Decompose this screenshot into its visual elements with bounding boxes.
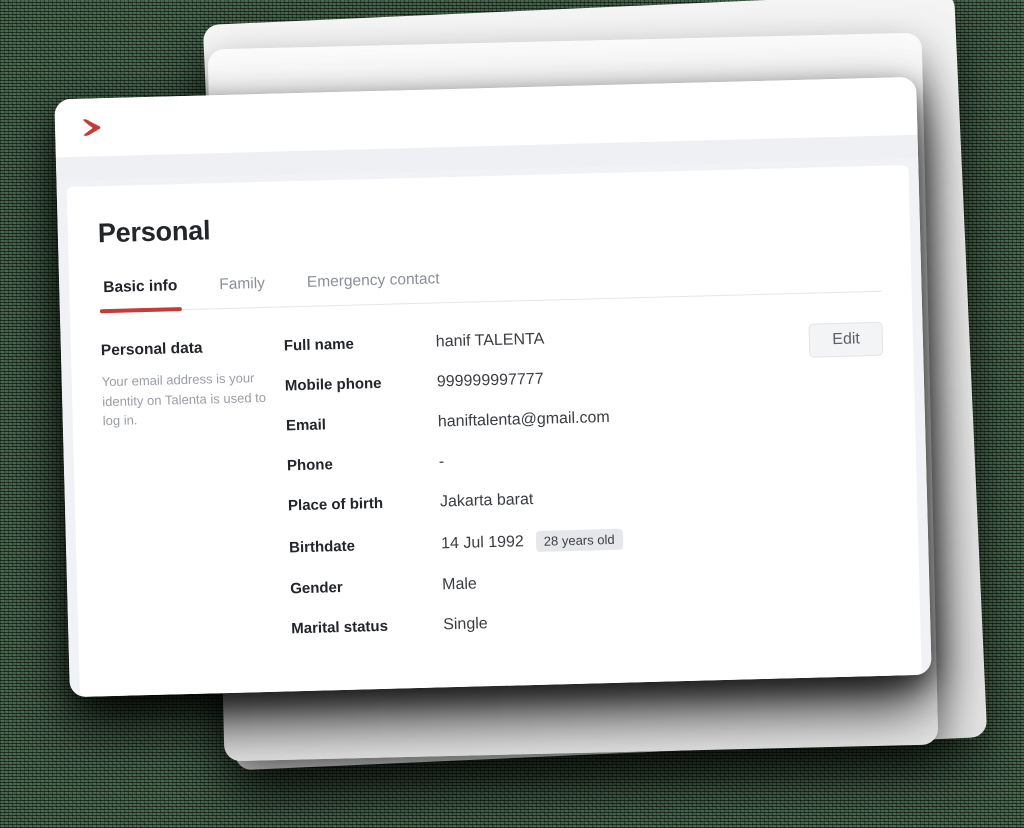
field-label-birthdate: Birthdate bbox=[288, 537, 356, 556]
field-value-full-name: hanif TALENTA bbox=[436, 331, 545, 352]
field-text: 14 Jul 1992 bbox=[440, 532, 525, 552]
field-value-phone: - bbox=[439, 453, 445, 471]
field-row: Marital status Single bbox=[291, 607, 799, 638]
field-row: Birthdate 14 Jul 1992 28 years old bbox=[289, 524, 797, 558]
tab-bar: Basic info Family Emergency contact bbox=[99, 258, 882, 313]
field-text: haniftalenta@gmail.com bbox=[437, 408, 610, 431]
field-text: 999999997777 bbox=[436, 370, 544, 391]
field-row: Place of birth Jakarta barat bbox=[288, 484, 796, 515]
field-value-gender: Male bbox=[442, 575, 477, 594]
field-label-full-name: Full name bbox=[283, 335, 355, 355]
field-row: Full name hanif TALENTA bbox=[284, 324, 792, 355]
field-label-gender: Gender bbox=[289, 579, 343, 598]
content-card: Personal Basic info Family Emergency con… bbox=[66, 165, 922, 697]
content-surface: Personal Basic info Family Emergency con… bbox=[56, 158, 932, 698]
tab-basic-info[interactable]: Basic info bbox=[99, 277, 182, 311]
tab-family[interactable]: Family bbox=[215, 275, 269, 308]
field-row: Mobile phone 999999997777 bbox=[285, 364, 793, 395]
field-text: hanif TALENTA bbox=[435, 330, 545, 351]
field-row: Gender Male bbox=[290, 567, 798, 598]
field-label-marital-status: Marital status bbox=[291, 617, 389, 638]
field-value-birthdate: 14 Jul 1992 28 years old bbox=[440, 528, 623, 555]
field-text: Single bbox=[442, 615, 488, 634]
field-value-marital-status: Single bbox=[443, 615, 488, 634]
field-value-email: haniftalenta@gmail.com bbox=[438, 409, 610, 431]
field-label-phone: Phone bbox=[286, 456, 334, 475]
section-heading: Personal data bbox=[100, 339, 203, 360]
edit-action-area: Edit bbox=[791, 321, 891, 647]
field-label-place-of-birth: Place of birth bbox=[287, 494, 384, 515]
tab-emergency-contact[interactable]: Emergency contact bbox=[303, 270, 444, 306]
field-row: Email haniftalenta@gmail.com bbox=[286, 404, 794, 435]
page-title: Personal bbox=[97, 215, 211, 249]
section-info-column: Personal data Your email address is your… bbox=[101, 337, 292, 665]
personal-data-fields: Full name hanif TALENTA Mobile phone 999… bbox=[284, 324, 800, 660]
field-text: Male bbox=[441, 575, 478, 594]
field-value-place-of-birth: Jakarta barat bbox=[440, 491, 534, 511]
talenta-chevron-logo-icon[interactable] bbox=[77, 112, 108, 143]
field-label-mobile-phone: Mobile phone bbox=[284, 374, 382, 395]
field-label-email: Email bbox=[285, 416, 327, 435]
field-value-mobile-phone: 999999997777 bbox=[437, 371, 544, 392]
card-stack: Personal Basic info Family Emergency con… bbox=[0, 0, 1024, 828]
edit-button[interactable]: Edit bbox=[808, 321, 884, 358]
field-text: Jakarta barat bbox=[439, 490, 534, 511]
personal-data-section: Personal data Your email address is your… bbox=[101, 321, 891, 665]
field-text: - bbox=[438, 453, 445, 471]
age-badge: 28 years old bbox=[535, 528, 623, 552]
app-window: Personal Basic info Family Emergency con… bbox=[54, 76, 932, 698]
field-row: Phone - bbox=[287, 444, 795, 475]
section-description: Your email address is your identity on T… bbox=[101, 370, 267, 429]
